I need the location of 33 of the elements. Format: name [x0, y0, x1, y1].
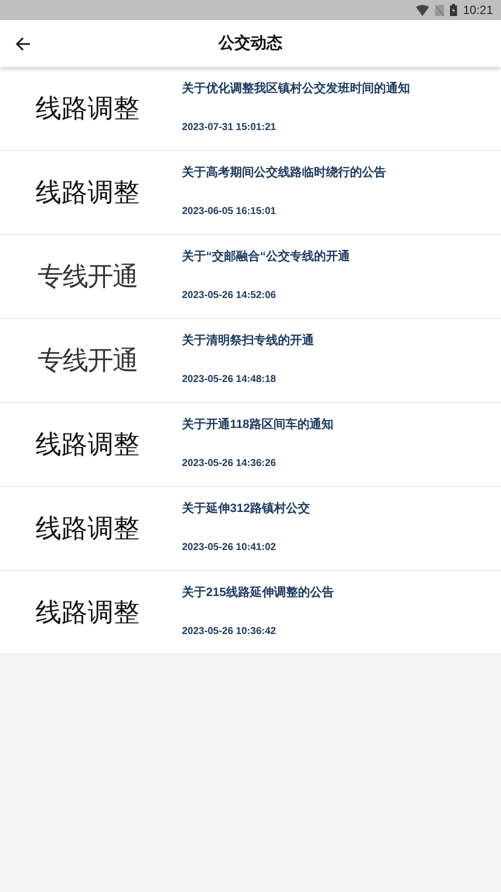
category-label: 专线开通	[36, 261, 138, 294]
news-item[interactable]: 线路调整 关于215线路延伸调整的公告 2023-05-26 10:36:42	[0, 571, 501, 655]
category-label: 线路调整	[34, 93, 140, 126]
battery-icon	[450, 4, 457, 16]
news-item[interactable]: 专线开通 关于清明祭扫专线的开通 2023-05-26 14:48:18	[0, 319, 501, 403]
news-title: 关于清明祭扫专线的开通	[182, 332, 314, 349]
news-date: 2023-05-26 10:36:42	[182, 626, 277, 637]
news-title: 关于215线路延伸调整的公告	[182, 584, 334, 601]
news-title: 关于优化调整我区镇村公交发班时间的通知	[182, 80, 410, 97]
category-label: 线路调整	[34, 177, 140, 210]
news-item[interactable]: 专线开通 关于“交邮融合“公交专线的开通 2023-05-26 14:52:06	[0, 235, 501, 319]
category-label: 线路调整	[34, 429, 140, 462]
news-title: 关于高考期间公交线路临时绕行的公告	[182, 164, 386, 181]
news-item[interactable]: 线路调整 关于开通118路区间车的通知 2023-05-26 14:36:26	[0, 403, 501, 487]
news-date: 2023-05-26 14:48:18	[182, 374, 277, 385]
news-date: 2023-05-26 14:52:06	[182, 290, 277, 301]
status-time: 10:21	[462, 3, 493, 17]
category-label: 线路调整	[34, 597, 140, 630]
news-title: 关于延伸312路镇村公交	[182, 500, 310, 517]
page-title: 公交动态	[218, 33, 282, 54]
news-title: 关于开通118路区间车的通知	[182, 416, 334, 433]
news-item[interactable]: 线路调整 关于高考期间公交线路临时绕行的公告 2023-06-05 16:15:01	[0, 151, 501, 235]
news-date: 2023-06-05 16:15:01	[182, 206, 277, 217]
news-title: 关于“交邮融合“公交专线的开通	[182, 248, 350, 265]
news-date: 2023-05-26 14:36:26	[182, 458, 277, 469]
news-item[interactable]: 线路调整 关于延伸312路镇村公交 2023-05-26 10:41:02	[0, 487, 501, 571]
category-label: 线路调整	[34, 513, 140, 546]
no-sim-icon	[434, 4, 444, 16]
news-date: 2023-07-31 15:01:21	[182, 122, 277, 133]
category-label: 专线开通	[36, 345, 138, 378]
news-date: 2023-05-26 10:41:02	[182, 542, 277, 553]
news-item[interactable]: 线路调整 关于优化调整我区镇村公交发班时间的通知 2023-07-31 15:01:21	[0, 67, 501, 151]
wifi-icon	[416, 4, 429, 16]
